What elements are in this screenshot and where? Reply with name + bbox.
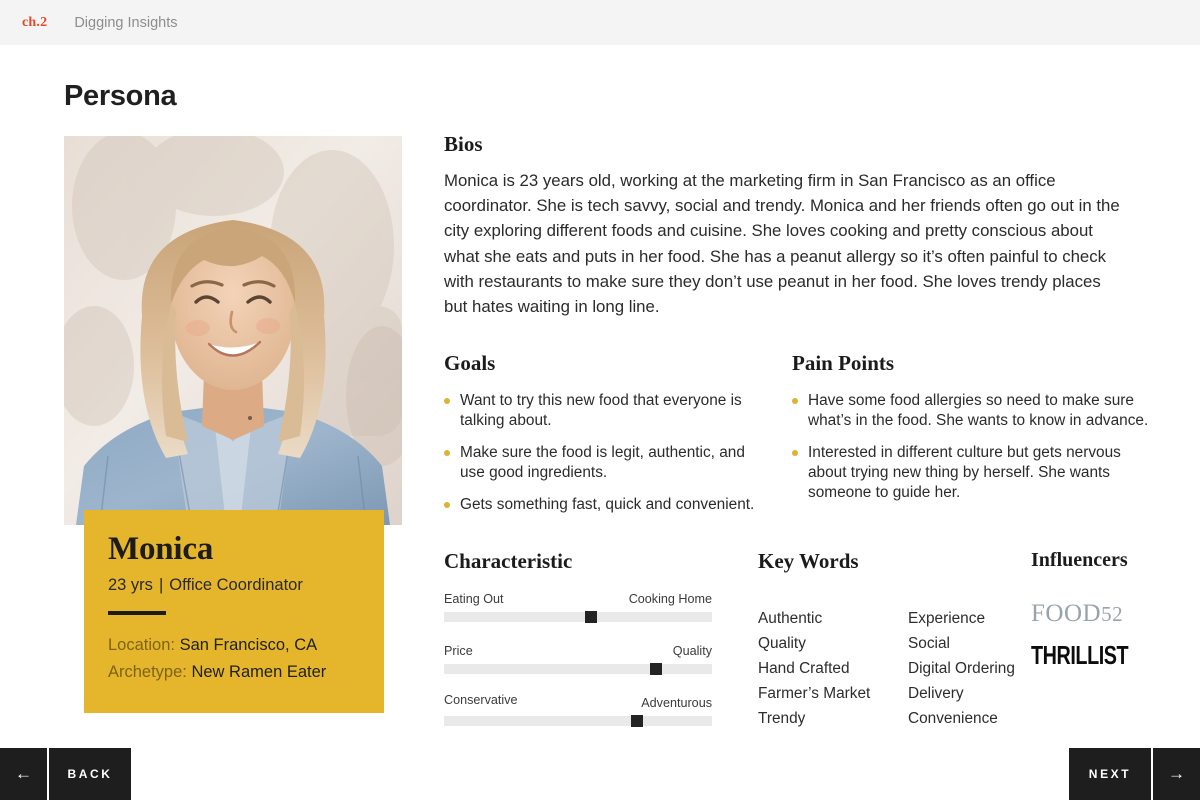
- key-word: Digital Ordering: [908, 660, 1015, 677]
- key-word: Experience: [908, 610, 985, 627]
- slider-left-label: Conservative: [444, 693, 518, 707]
- persona-archetype-value: New Ramen Eater: [191, 662, 327, 681]
- food52-logo-number: 52: [1101, 602, 1124, 626]
- back-button[interactable]: BACK: [49, 748, 131, 800]
- slider-eating-out-cooking-home[interactable]: Eating Out Cooking Home: [444, 592, 712, 623]
- slider-left-label: Price: [444, 644, 473, 658]
- slider-conservative-adventurous[interactable]: Conservative Adventurous: [444, 693, 712, 727]
- key-words-column-2: Experience Social Digital Ordering Deliv…: [908, 606, 1026, 731]
- key-word: Convenience: [908, 710, 998, 727]
- slider-price-quality[interactable]: Price Quality: [444, 644, 712, 675]
- slider-labels: Eating Out Cooking Home: [444, 592, 712, 606]
- persona-meta: 23 yrs | Office Coordinator: [108, 576, 360, 595]
- persona-name: Monica: [108, 531, 214, 567]
- goals-list: Want to try this new food that everyone …: [444, 391, 764, 527]
- key-words-list: Authentic Quality Hand Crafted Farmer’s …: [758, 606, 1026, 731]
- slider-right-label: Quality: [672, 644, 712, 658]
- food52-logo: FOOD52: [1031, 600, 1144, 628]
- slider-handle[interactable]: [585, 611, 598, 623]
- slider-right-label: Cooking Home: [628, 592, 712, 606]
- key-words-column-1: Authentic Quality Hand Crafted Farmer’s …: [758, 606, 876, 731]
- slider-handle[interactable]: [649, 663, 662, 675]
- influencers-logos: FOOD52 THRILLIST: [1031, 600, 1144, 669]
- chapter-number: ch.2: [22, 14, 48, 30]
- persona-location-value: San Francisco, CA: [179, 635, 318, 654]
- persona-role: Office Coordinator: [169, 575, 303, 594]
- back-navigation[interactable]: ← BACK: [0, 748, 131, 800]
- persona-archetype: Archetype: New Ramen Eater: [108, 659, 360, 686]
- persona-location: Location: San Francisco, CA: [108, 632, 360, 659]
- persona-card: Monica 23 yrs | Office Coordinator Locatio…: [84, 510, 384, 713]
- bios-text: Monica is 23 years old, working at the m…: [444, 171, 1120, 317]
- persona-portrait-illustration: [64, 136, 402, 525]
- chapter-title: Digging Insights: [74, 14, 178, 31]
- slider-track[interactable]: [444, 663, 712, 675]
- persona-location-label: Location:: [108, 635, 175, 654]
- thrillist-logo: THRILLIST: [1031, 639, 1129, 669]
- pain-points-heading: Pain Points: [792, 351, 895, 375]
- back-arrow-icon[interactable]: ←: [0, 748, 47, 800]
- slider-labels: Conservative Adventurous: [444, 693, 712, 710]
- list-item: Want to try this new food that everyone …: [444, 391, 764, 431]
- slider-right-label: Adventurous: [641, 696, 712, 710]
- goals-heading: Goals: [444, 351, 496, 375]
- page-title: Persona: [64, 80, 177, 112]
- slider-track[interactable]: [444, 715, 712, 727]
- list-item: Have some food allergies so need to make…: [792, 391, 1160, 431]
- persona-meta-separator: |: [158, 575, 164, 594]
- list-item: Make sure the food is legit, authentic, …: [444, 443, 764, 483]
- food52-logo-word: FOOD: [1031, 600, 1102, 627]
- key-word: Delivery: [908, 685, 964, 702]
- persona-photo: [64, 136, 402, 525]
- list-item: Interested in different culture but gets…: [792, 443, 1160, 503]
- influencers-heading: Influencers: [1031, 549, 1128, 571]
- bottom-navigation: ← BACK NEXT →: [0, 748, 1200, 800]
- key-word: Farmer’s Market: [758, 685, 871, 702]
- next-arrow-icon[interactable]: →: [1153, 748, 1200, 800]
- slider-labels: Price Quality: [444, 644, 712, 658]
- key-word: Social: [908, 635, 950, 652]
- key-word: Hand Crafted: [758, 660, 850, 677]
- key-word: Quality: [758, 635, 806, 652]
- bios-heading: Bios: [444, 132, 483, 156]
- next-navigation[interactable]: NEXT →: [1069, 748, 1200, 800]
- characteristic-heading: Characteristic: [444, 549, 573, 573]
- list-item: Gets something fast, quick and convenien…: [444, 495, 764, 515]
- slider-handle[interactable]: [630, 715, 643, 727]
- key-words-heading: Key Words: [758, 549, 859, 573]
- persona-divider: [108, 610, 166, 615]
- characteristic-sliders: Eating Out Cooking Home Price Quality Co…: [444, 592, 712, 748]
- key-word: Trendy: [758, 710, 806, 727]
- chapter-bar: ch.2 Digging Insights: [0, 0, 1200, 45]
- pain-points-list: Have some food allergies so need to make…: [792, 391, 1160, 515]
- next-button[interactable]: NEXT: [1069, 748, 1151, 800]
- key-word: Authentic: [758, 610, 823, 627]
- persona-age: 23 yrs: [108, 575, 153, 594]
- persona-archetype-label: Archetype:: [108, 662, 187, 681]
- slider-track[interactable]: [444, 611, 712, 623]
- slider-left-label: Eating Out: [444, 592, 504, 606]
- persona-facts: Location: San Francisco, CA Archetype: N…: [108, 632, 360, 686]
